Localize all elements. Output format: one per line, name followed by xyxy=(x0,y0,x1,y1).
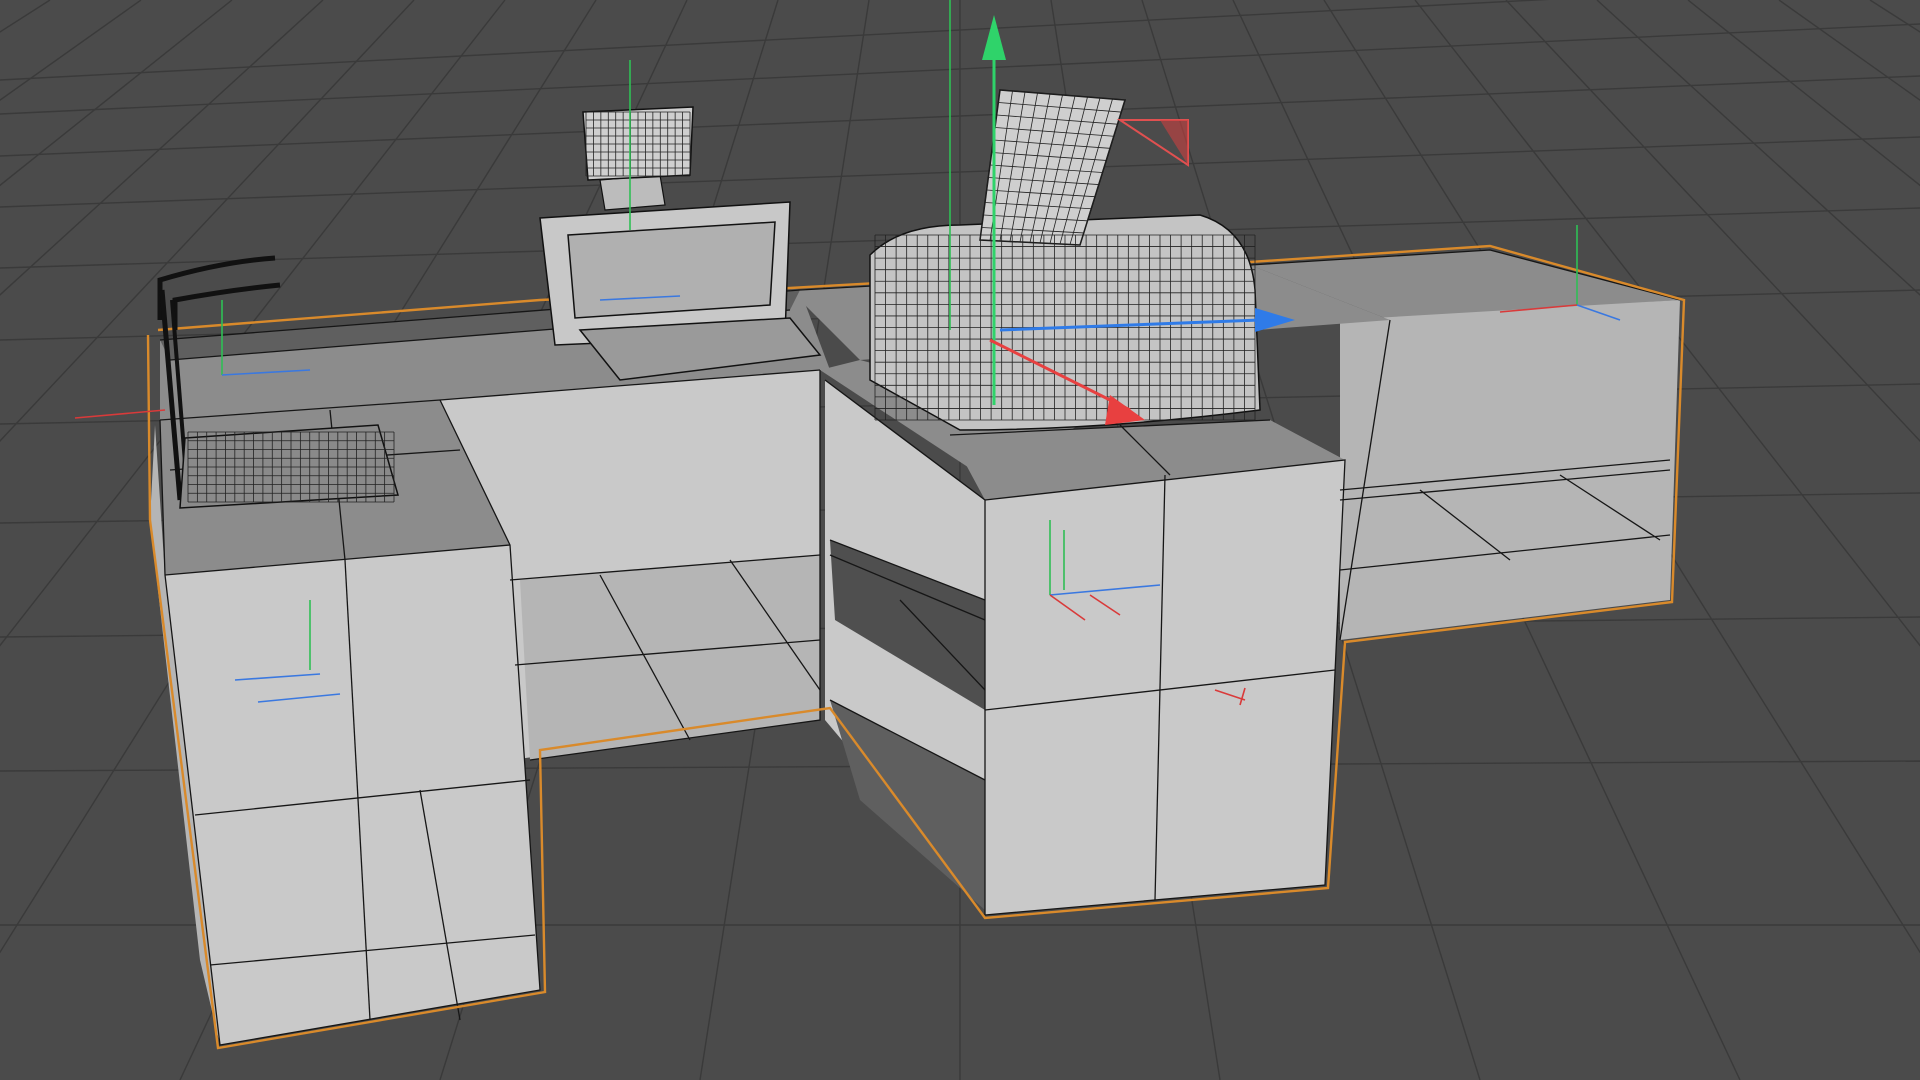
grid-line xyxy=(1687,0,1920,187)
gizmo-plane-fill xyxy=(1160,120,1188,165)
printer-stand-front[interactable] xyxy=(985,460,1345,915)
scale-pad[interactable] xyxy=(179,424,399,509)
right-counter-front[interactable] xyxy=(1340,300,1680,640)
grid-line xyxy=(0,0,51,33)
grid-line xyxy=(1869,0,1920,33)
checkout-counter-model[interactable] xyxy=(146,89,1686,1050)
left-block-front[interactable] xyxy=(165,545,540,1045)
pos-terminal[interactable] xyxy=(539,106,822,381)
gizmo-y-arrow[interactable] xyxy=(982,15,1006,60)
left-counter-lower-face xyxy=(520,555,820,760)
3d-viewport[interactable] xyxy=(0,0,1920,1080)
